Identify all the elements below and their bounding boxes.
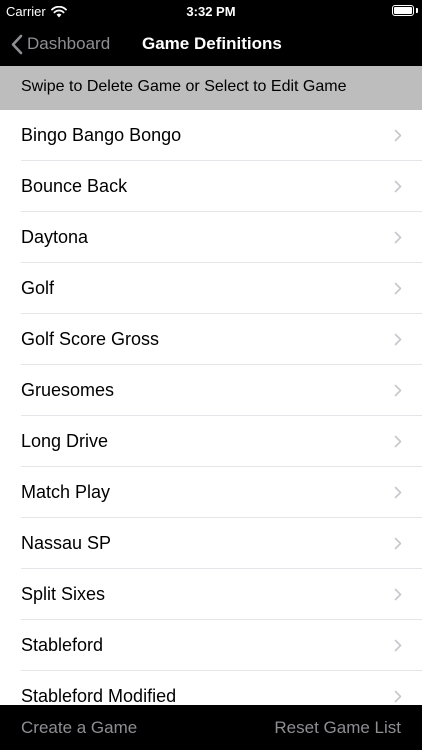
list-item-label: Stableford [21, 635, 104, 655]
bottom-toolbar: Create a Game Reset Game List [0, 705, 422, 750]
chevron-right-icon [394, 486, 402, 499]
list-item[interactable]: Split Sixes [0, 569, 422, 620]
battery-fill [394, 7, 412, 14]
chevron-right-icon [394, 435, 402, 448]
chevron-right-icon [394, 588, 402, 601]
list-item[interactable]: Golf Score Gross [0, 314, 422, 365]
chevron-right-icon [394, 639, 402, 652]
chevron-right-icon [394, 129, 402, 142]
list-item-label: Golf [21, 278, 55, 298]
chevron-right-icon [394, 231, 402, 244]
list-item-label: Stableford Modified [21, 686, 177, 705]
page-title: Game Definitions [142, 34, 282, 53]
list-item-label: Bounce Back [21, 176, 128, 196]
list-item-label: Long Drive [21, 431, 109, 451]
list-item-label: Split Sixes [21, 584, 106, 604]
status-time: 3:32 PM [186, 4, 236, 19]
list-item[interactable]: Bounce Back [0, 161, 422, 212]
chevron-left-icon [11, 34, 23, 54]
list-item[interactable]: Long Drive [0, 416, 422, 467]
chevron-right-icon [394, 384, 402, 397]
reset-game-list-button[interactable]: Reset Game List [274, 705, 401, 750]
status-bar: Carrier 3:32 PM [0, 0, 422, 22]
list-item-label: Golf Score Gross [21, 329, 160, 349]
create-game-button[interactable]: Create a Game [21, 705, 137, 750]
list-item-label: Nassau SP [21, 533, 112, 553]
list-item[interactable]: Bingo Bango Bongo [0, 110, 422, 161]
list-item[interactable]: Stableford [0, 620, 422, 671]
chevron-right-icon [394, 537, 402, 550]
navigation-bar: Dashboard Game Definitions [0, 22, 422, 66]
chevron-right-icon [394, 282, 402, 295]
list-item[interactable]: Daytona [0, 212, 422, 263]
list-item-label: Gruesomes [21, 380, 115, 400]
list-item[interactable]: Nassau SP [0, 518, 422, 569]
list-item[interactable]: Match Play [0, 467, 422, 518]
game-list: Bingo Bango Bongo Bounce Back Daytona Go… [0, 110, 422, 705]
battery-icon [392, 5, 414, 16]
list-item[interactable]: Gruesomes [0, 365, 422, 416]
instruction-banner: Swipe to Delete Game or Select to Edit G… [0, 66, 422, 110]
back-button-label: Dashboard [27, 34, 111, 53]
list-item-label: Bingo Bango Bongo [21, 125, 182, 145]
chevron-right-icon [394, 180, 402, 193]
battery-tip [416, 8, 418, 13]
list-item-label: Match Play [21, 482, 111, 502]
chevron-right-icon [394, 690, 402, 703]
list-item-label: Daytona [21, 227, 89, 247]
chevron-right-icon [394, 333, 402, 346]
list-item[interactable]: Stableford Modified [0, 671, 422, 705]
back-button[interactable]: Dashboard [10, 22, 110, 66]
list-item[interactable]: Golf [0, 263, 422, 314]
